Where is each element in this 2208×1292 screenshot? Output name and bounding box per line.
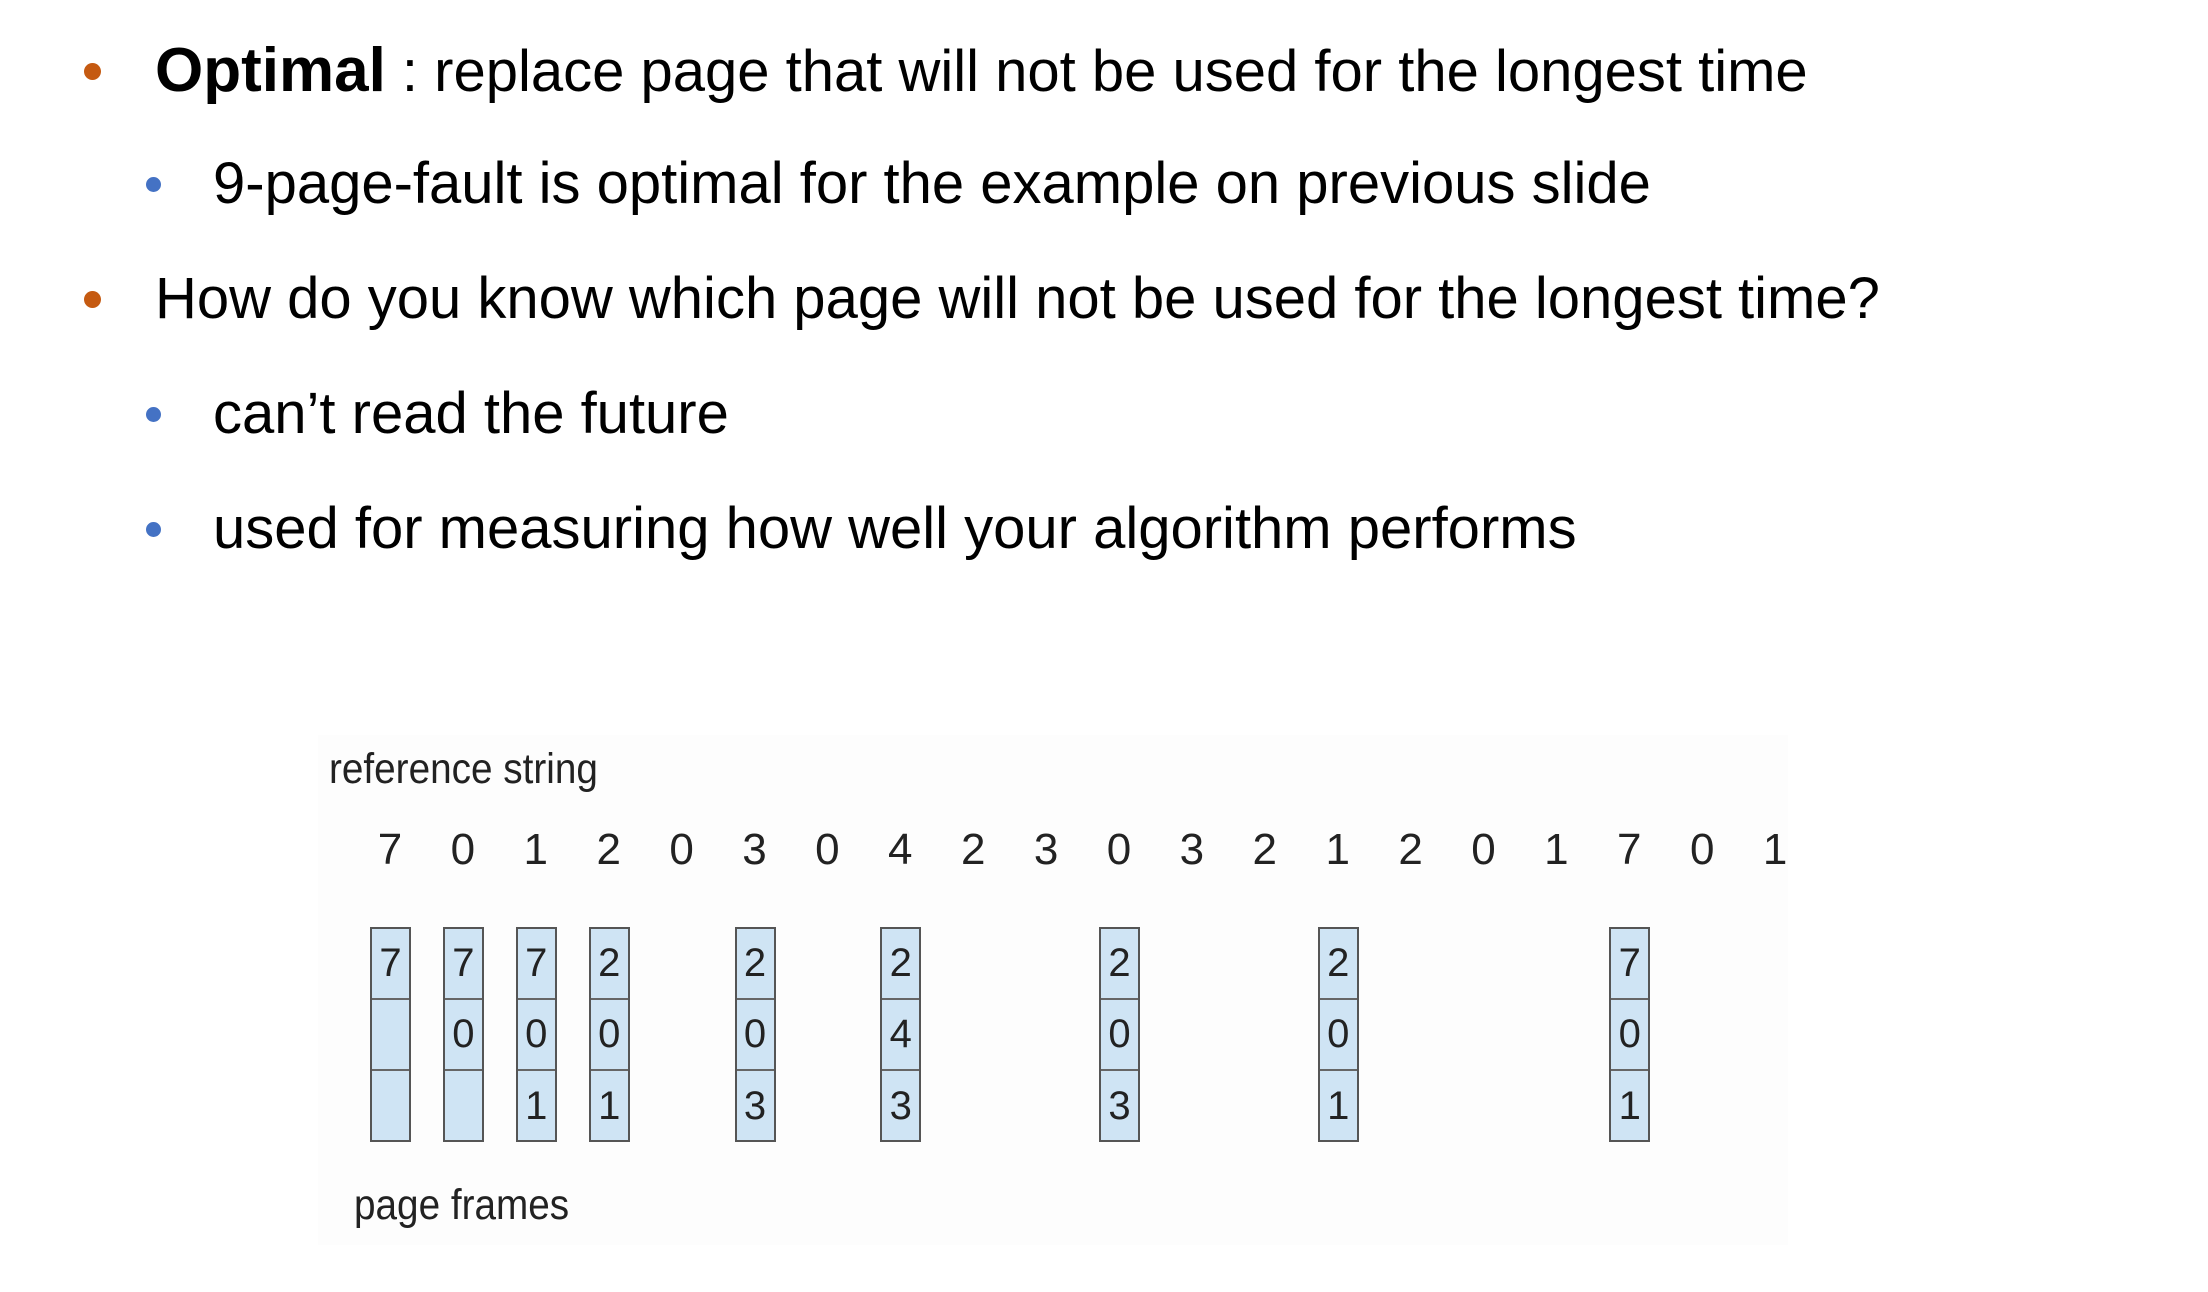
reference-string-value: 1 [1544, 825, 1569, 874]
page-frame-cell: 2 [736, 929, 774, 1000]
page-frames-label: page frames [354, 1181, 570, 1229]
bullet-body: : replace page that will not be used for… [385, 39, 1808, 104]
page-frame-cell: 0 [444, 1000, 482, 1071]
page-frame-cell: 3 [889, 1084, 912, 1128]
bullet-text: 9-page-fault is optimal for the example … [213, 151, 1651, 216]
page-frame-cell: 0 [590, 1000, 628, 1071]
bullet-bold-term: Optimal [155, 36, 386, 105]
reference-string-value: 1 [1325, 825, 1350, 874]
page-frame-cell: 0 [736, 1000, 774, 1071]
page-frame-cell: 2 [1319, 929, 1357, 1000]
bullet-text: used for measuring how well your algorit… [213, 496, 1577, 561]
page-frame-cell: 7 [372, 929, 409, 1000]
bullet-how-do-you-know: How do you know which page will not be u… [84, 270, 1880, 328]
page-frame-cell: 2 [1101, 929, 1138, 1000]
reference-string-value: 2 [1252, 825, 1278, 874]
page-frame-column: 24 3 [880, 927, 922, 1142]
reference-string-value: 4 [888, 825, 913, 874]
reference-string-value: 0 [815, 825, 840, 874]
reference-string-value: 7 [1617, 825, 1642, 874]
reference-string-value: 0 [1689, 825, 1715, 874]
reference-string-value: 3 [1179, 825, 1205, 874]
page-frame-cell: 1 [598, 1084, 621, 1128]
page-frame-cell [372, 1000, 409, 1071]
reference-string-value: 0 [669, 825, 694, 874]
bullet-dot-icon [146, 176, 161, 192]
reference-string-value: 7 [377, 825, 403, 874]
reference-string-label: reference string [329, 745, 598, 793]
page-frame-column: 7 [370, 927, 411, 1142]
page-frame-cell: 1 [1618, 1084, 1641, 1128]
page-replacement-diagram: reference string 70120304230321201701 77… [318, 735, 1788, 1245]
reference-string-value: 2 [960, 825, 986, 874]
page-frame-column: 70 [442, 927, 484, 1142]
bullet-dot-icon [146, 521, 161, 537]
page-frame-cell: 2 [882, 929, 920, 1000]
page-frame-cell: 1 [1327, 1084, 1350, 1128]
bullet-dot-icon [84, 290, 101, 308]
bullet-text: can’t read the future [213, 381, 729, 446]
page-frame-column: 70 1 [515, 927, 557, 1142]
bullet-text: How do you know which page will not be u… [155, 266, 1880, 331]
bullet-dot-icon [84, 62, 101, 80]
reference-string-value: 2 [1398, 825, 1423, 874]
page-frame-column: 20 1 [1317, 927, 1359, 1142]
page-frame-cell [445, 1071, 482, 1142]
bullet-text: Optimal : replace page that will not be … [155, 40, 1808, 102]
page-frame-column: 20 3 [734, 927, 776, 1142]
reference-string-value: 0 [450, 825, 476, 874]
page-frame-cell: 0 [1319, 1000, 1357, 1071]
page-frame-column: 20 1 [588, 927, 630, 1142]
page-frame-cell: 4 [882, 1000, 920, 1071]
page-frame-cell: 2 [590, 929, 628, 1000]
reference-string-value: 1 [523, 825, 549, 874]
reference-string-value: 3 [742, 825, 767, 874]
page-frame-cell: 3 [1108, 1084, 1131, 1128]
page-frame-cell: 0 [1101, 1000, 1138, 1071]
reference-string-value: 0 [1106, 825, 1132, 874]
page-frame-cell: 7 [444, 929, 482, 1000]
reference-string-value: 2 [596, 825, 621, 874]
bullet-used-for-measuring: used for measuring how well your algorit… [146, 500, 1577, 558]
reference-string-value: 3 [1033, 825, 1059, 874]
page-frame-cell: 7 [1611, 929, 1649, 1000]
page-frame-cell [372, 1071, 409, 1142]
reference-string-value: 1 [1762, 825, 1788, 874]
page-frame-cell: 7 [517, 929, 555, 1000]
bullet-9-page-fault: 9-page-fault is optimal for the example … [146, 155, 1651, 213]
page-frame-column: 70 1 [1609, 927, 1651, 1142]
page-frame-cell: 1 [525, 1084, 548, 1128]
bullet-cant-read-future: can’t read the future [146, 385, 729, 443]
page-frame-cell: 0 [517, 1000, 555, 1071]
page-frame-cell: 0 [1611, 1000, 1649, 1071]
reference-string-value: 0 [1471, 825, 1496, 874]
bullet-dot-icon [146, 406, 161, 422]
page-frame-column: 20 3 [1099, 927, 1140, 1142]
page-frame-cell: 3 [743, 1084, 767, 1128]
bullet-optimal: Optimal : replace page that will not be … [84, 40, 1808, 102]
